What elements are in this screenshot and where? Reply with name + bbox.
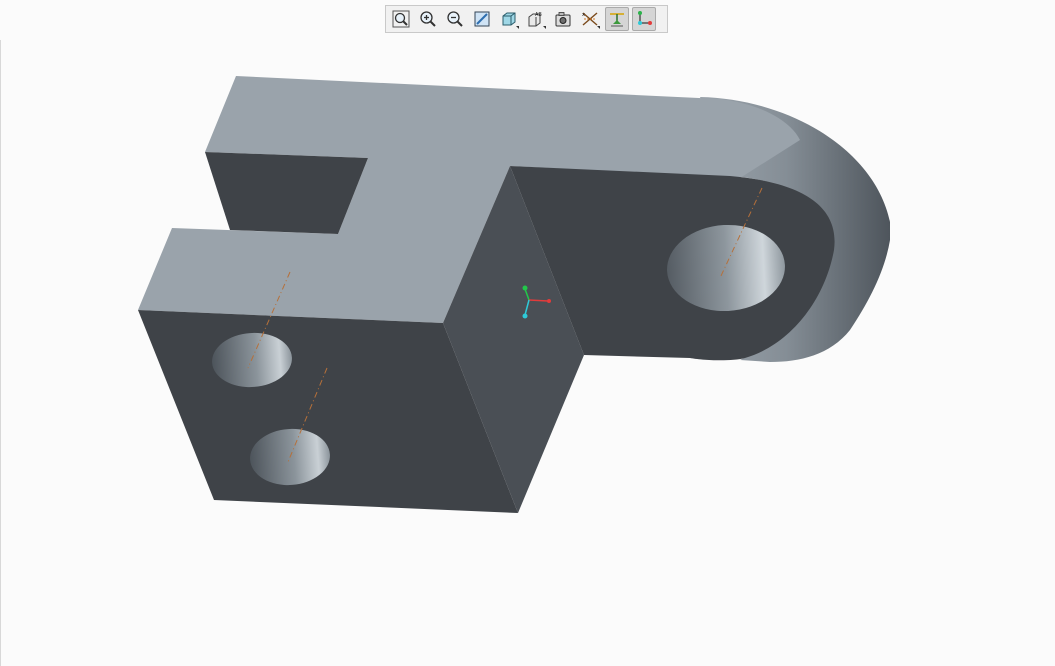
part-model[interactable] <box>0 0 1055 666</box>
